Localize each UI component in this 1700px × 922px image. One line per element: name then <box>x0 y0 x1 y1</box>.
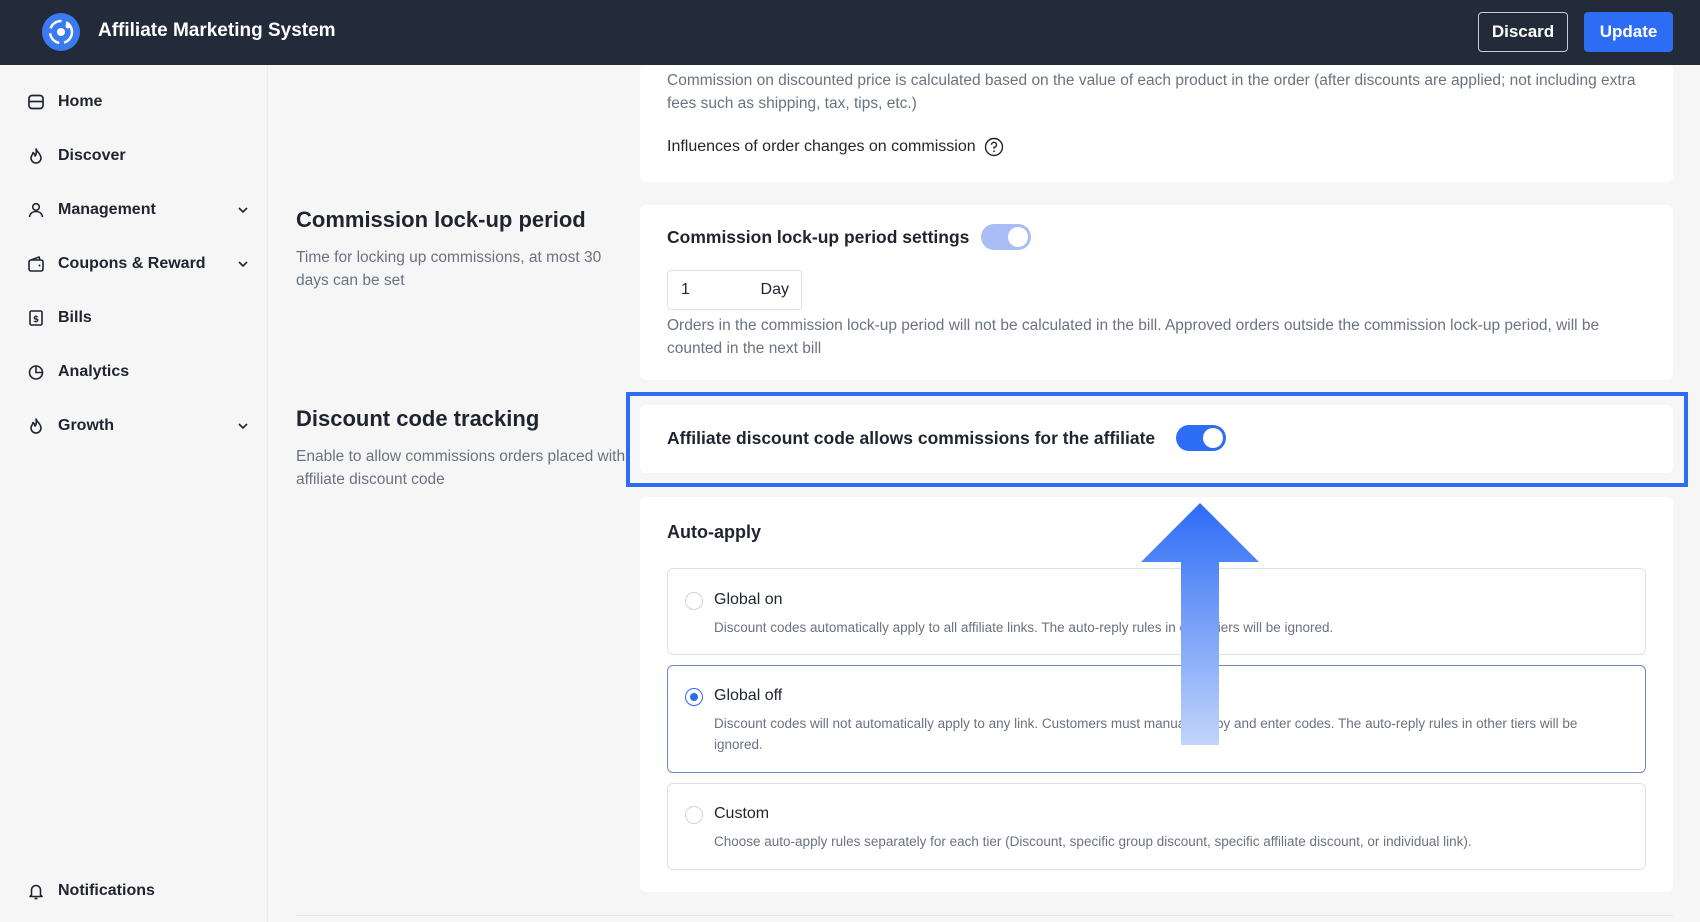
influence-label: Influences of order changes on commissio… <box>667 138 976 155</box>
lockup-note: Orders in the commission lock-up period … <box>667 317 1600 357</box>
help-icon[interactable] <box>984 137 1004 157</box>
chevron-down-icon <box>236 257 250 271</box>
discount-tracking-description: Enable to allow commissions orders place… <box>296 448 626 488</box>
option-title: Custom <box>714 805 770 822</box>
update-button[interactable]: Update <box>1584 12 1673 52</box>
sidebar-item-label: Notifications <box>58 882 155 899</box>
lockup-days-input[interactable]: 1 Day <box>667 270 802 310</box>
radio-global-off[interactable] <box>685 688 703 706</box>
lockup-settings-label: Commission lock-up period settings <box>667 227 970 247</box>
sidebar-item-label: Home <box>58 93 103 110</box>
option-title: Global off <box>714 687 783 704</box>
sidebar-item-coupons-reward[interactable]: Coupons & Reward <box>0 244 268 284</box>
sidebar-item-label: Management <box>58 201 156 218</box>
logo-icon <box>42 13 80 51</box>
wallet-icon <box>26 254 46 274</box>
lockup-card: Commission lock-up period settings 1 Day… <box>640 205 1673 380</box>
chevron-down-icon <box>236 203 250 217</box>
sidebar-item-label: Growth <box>58 417 114 434</box>
sidebar-item-home[interactable]: Home <box>0 82 268 122</box>
option-title: Global on <box>714 591 783 608</box>
highlight-box <box>626 392 1688 487</box>
sidebar-item-label: Coupons & Reward <box>58 255 206 272</box>
lockup-toggle[interactable] <box>981 224 1031 250</box>
option-description: Discount codes automatically apply to al… <box>714 620 1334 635</box>
auto-apply-option-global-on[interactable]: Global on Discount codes automatically a… <box>667 568 1646 655</box>
auto-apply-option-global-off[interactable]: Global off Discount codes will not autom… <box>667 665 1646 773</box>
radio-global-on[interactable] <box>685 592 703 610</box>
discount-tracking-title: Discount code tracking <box>296 406 540 431</box>
commission-description: Commission on discounted price is calcul… <box>667 72 1636 112</box>
home-icon <box>26 92 46 112</box>
sidebar-item-label: Bills <box>58 309 92 326</box>
lockup-section-title: Commission lock-up period <box>296 207 586 232</box>
sidebar-item-discover[interactable]: Discover <box>0 136 268 176</box>
lockup-section-description: Time for locking up commissions, at most… <box>296 249 602 289</box>
discard-button[interactable]: Discard <box>1478 12 1568 52</box>
lockup-days-unit: Day <box>760 281 789 298</box>
sidebar: Home Discover Management Coupons & Rewar… <box>0 65 268 922</box>
auto-apply-title: Auto-apply <box>667 522 761 542</box>
app-title: Affiliate Marketing System <box>98 20 336 41</box>
svg-text:$: $ <box>33 315 39 325</box>
sidebar-item-notifications[interactable]: Notifications <box>0 871 268 911</box>
pie-chart-icon <box>26 362 46 382</box>
lockup-days-value: 1 <box>681 281 690 298</box>
radio-custom[interactable] <box>685 806 703 824</box>
sidebar-item-label: Discover <box>58 147 126 164</box>
sidebar-item-label: Analytics <box>58 363 130 380</box>
bill-icon: $ <box>26 308 46 328</box>
bottom-divider <box>296 915 1673 916</box>
sidebar-item-bills[interactable]: $ Bills <box>0 298 268 338</box>
commission-settings-card: Commission on discounted price is calcul… <box>640 65 1673 182</box>
chevron-down-icon <box>236 419 250 433</box>
option-description: Choose auto-apply rules separately for e… <box>714 834 1472 849</box>
auto-apply-option-custom[interactable]: Custom Choose auto-apply rules separatel… <box>667 783 1646 870</box>
flame-icon <box>26 146 46 166</box>
sidebar-item-analytics[interactable]: Analytics <box>0 352 268 392</box>
user-icon <box>26 200 46 220</box>
influence-row: Influences of order changes on commissio… <box>667 137 1004 157</box>
top-bar: Affiliate Marketing System Discard Updat… <box>0 0 1700 65</box>
sidebar-item-management[interactable]: Management <box>0 190 268 230</box>
bell-icon <box>26 881 46 901</box>
option-description: Discount codes will not automatically ap… <box>714 716 1578 752</box>
flame-icon <box>26 416 46 436</box>
sidebar-item-growth[interactable]: Growth <box>0 406 268 446</box>
